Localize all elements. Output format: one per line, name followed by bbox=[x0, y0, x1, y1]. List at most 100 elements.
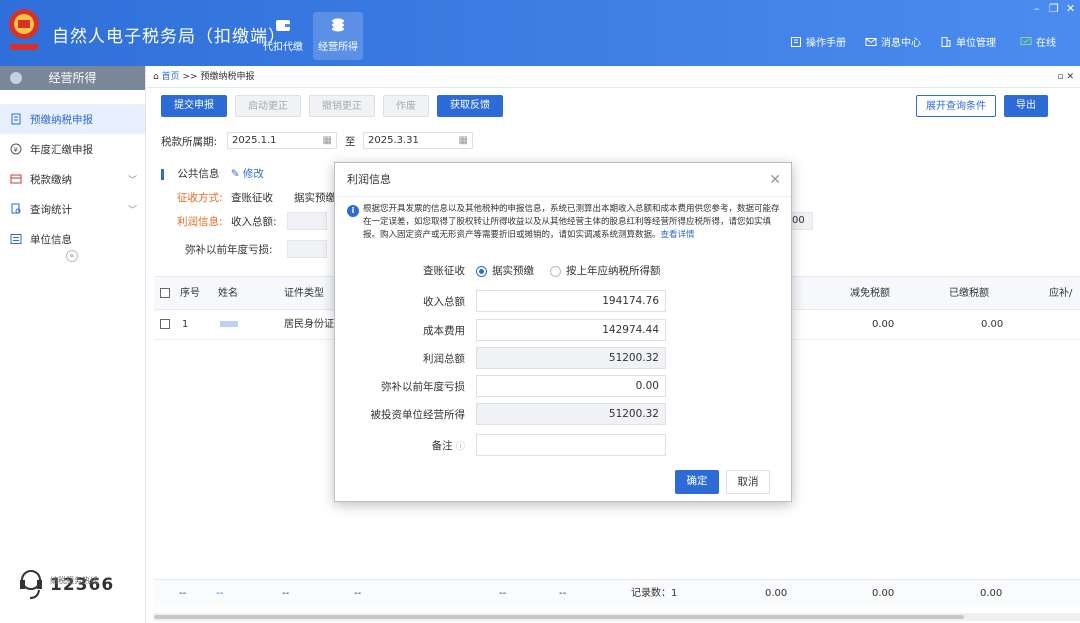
expand-query-button[interactable]: 展开查询条件 bbox=[916, 95, 996, 117]
breadcrumb-current: 预缴纳税申报 bbox=[200, 72, 255, 82]
hotline-label: 纳税服务热线 bbox=[50, 576, 98, 585]
select-all-checkbox[interactable] bbox=[160, 277, 170, 310]
edit-link-label: 修改 bbox=[242, 168, 264, 180]
manual-link-label: 操作手册 bbox=[806, 38, 846, 49]
dialog-title-bar: 利润信息 ✕ bbox=[335, 163, 791, 197]
public-info-title: 公共信息 bbox=[177, 168, 220, 180]
row-name[interactable] bbox=[220, 310, 238, 340]
sidebar-item-prepay-label: 预缴纳税申报 bbox=[30, 113, 93, 126]
book-icon bbox=[791, 36, 801, 47]
minimize-button[interactable]: – bbox=[1034, 2, 1040, 15]
unit-management-link[interactable]: 单位管理 bbox=[940, 34, 996, 49]
profit-value: 51200.32 bbox=[476, 347, 666, 369]
remark-input[interactable] bbox=[476, 434, 666, 456]
cost-input[interactable]: 142974.44 bbox=[476, 319, 666, 341]
footer-cell: -- bbox=[179, 588, 187, 599]
tab-withholding[interactable]: 代扣代缴 bbox=[258, 12, 308, 60]
profit-row: 利润总额 51200.32 bbox=[335, 347, 793, 369]
close-window-button[interactable]: ✕ bbox=[1066, 2, 1075, 15]
section-marker bbox=[161, 168, 164, 180]
restore-button[interactable]: ❐ bbox=[1049, 2, 1059, 15]
mail-icon bbox=[865, 37, 877, 46]
horizontal-scrollbar[interactable] bbox=[154, 613, 1080, 621]
sidebar-header: 经营所得 bbox=[0, 66, 145, 90]
info-icon: i bbox=[347, 205, 359, 217]
radio-unchecked-icon[interactable] bbox=[550, 265, 561, 277]
online-status[interactable]: 在线 bbox=[1020, 34, 1056, 49]
loss-label: 弥补以前年度亏损: bbox=[185, 244, 273, 256]
income-input[interactable]: 194174.76 bbox=[476, 290, 666, 312]
income-field[interactable] bbox=[287, 212, 327, 230]
sidebar-item-unit-info-label: 单位信息 bbox=[30, 233, 72, 246]
remark-label-text: 备注 bbox=[431, 440, 453, 452]
loss-row: 弥补以前年度亏损 0.00 bbox=[335, 375, 793, 397]
sidebar-item-annual[interactable]: ¥ 年度汇缴申报 bbox=[0, 134, 145, 164]
notice-text: 根据您开具发票的信息以及其他税种的申报信息，系统已测算出本期收入总额和成本费用供… bbox=[363, 204, 780, 240]
cost-row: 成本费用 142974.44 bbox=[335, 319, 793, 341]
breadcrumb-separator: >> bbox=[182, 72, 198, 82]
row-id-type: 居民身份证 bbox=[284, 319, 334, 330]
sidebar-header-label: 经营所得 bbox=[48, 71, 97, 85]
period-start-input[interactable]: 2025.1.1 ▦ bbox=[227, 132, 337, 149]
loss-input[interactable]: 0.00 bbox=[476, 375, 666, 397]
checkbox[interactable] bbox=[160, 319, 170, 329]
monitor-check-icon bbox=[1020, 36, 1032, 45]
sidebar-item-prepay[interactable]: 预缴纳税申报 bbox=[0, 104, 145, 134]
period-to-label: 至 bbox=[345, 136, 356, 148]
radio-checked-icon[interactable] bbox=[476, 265, 487, 277]
header-index: 序号 bbox=[180, 288, 200, 299]
loss-field[interactable] bbox=[287, 240, 327, 258]
profit-field-label: 利润总额 bbox=[423, 353, 465, 365]
calendar-icon: ▦ bbox=[458, 135, 468, 146]
invested-field-label: 被投资单位经营所得 bbox=[370, 409, 466, 421]
radio-actual-label: 据实预缴 bbox=[492, 265, 534, 277]
export-button[interactable]: 导出 bbox=[1004, 95, 1048, 117]
sidebar-item-payment[interactable]: 税款缴纳 ﹀ bbox=[0, 164, 145, 194]
list-icon bbox=[10, 234, 22, 244]
header-id-type: 证件类型 bbox=[284, 288, 324, 299]
row-checkbox[interactable] bbox=[160, 310, 170, 340]
building-icon bbox=[941, 36, 951, 47]
void-button[interactable]: 作废 bbox=[383, 95, 429, 117]
online-label: 在线 bbox=[1036, 38, 1056, 49]
tax-emblem-icon bbox=[9, 9, 39, 50]
radio-actual[interactable]: 据实预缴 bbox=[476, 263, 534, 278]
payment-icon bbox=[10, 174, 22, 184]
sidebar-item-query[interactable]: 查询统计 ﹀ bbox=[0, 194, 145, 224]
cancel-correct-button[interactable]: 撤销更正 bbox=[309, 95, 375, 117]
feedback-button[interactable]: 获取反馈 bbox=[437, 95, 503, 117]
method-field-label: 查账征收 bbox=[423, 265, 465, 277]
period-end-input[interactable]: 2025.3.31 ▦ bbox=[363, 132, 473, 149]
sidebar-item-query-label: 查询统计 bbox=[30, 203, 72, 216]
manual-link[interactable]: 操作手册 bbox=[790, 34, 846, 49]
hotline: 纳税服务热线 12366 bbox=[16, 568, 114, 602]
edit-link[interactable]: ✎ 修改 bbox=[231, 168, 264, 180]
help-icon[interactable]: ⓘ bbox=[456, 442, 465, 452]
radio-last-year[interactable]: 按上年应纳税所得额 bbox=[550, 263, 661, 278]
radio-last-year-label: 按上年应纳税所得额 bbox=[566, 265, 661, 277]
checkbox[interactable] bbox=[160, 288, 170, 298]
masked-name bbox=[220, 321, 238, 327]
submit-button[interactable]: 提交申报 bbox=[161, 95, 227, 117]
header-paid: 已缴税额 bbox=[949, 288, 989, 299]
start-correct-button[interactable]: 启动更正 bbox=[235, 95, 301, 117]
breadcrumb-home[interactable]: 首页 bbox=[162, 72, 180, 82]
chevron-down-icon: ﹀ bbox=[127, 176, 137, 186]
scrollbar-thumb[interactable] bbox=[154, 615, 964, 619]
loss-field-label: 弥补以前年度亏损 bbox=[381, 381, 465, 393]
messages-link[interactable]: 消息中心 bbox=[865, 34, 921, 49]
period-start-value: 2025.1.1 bbox=[232, 135, 277, 146]
collapse-sidebar-button[interactable]: « bbox=[66, 250, 78, 262]
cancel-button[interactable]: 取消 bbox=[726, 470, 770, 494]
notice-detail-link[interactable]: 查看详情 bbox=[661, 230, 695, 240]
tab-business-income[interactable]: 经营所得 bbox=[313, 12, 363, 60]
yen-circle-icon: ¥ bbox=[10, 143, 22, 155]
row-index: 1 bbox=[182, 319, 189, 330]
period-label: 税款所属期: bbox=[161, 136, 218, 148]
document-icon bbox=[11, 113, 21, 125]
wallet-icon bbox=[276, 20, 290, 31]
close-icon[interactable]: ✕ bbox=[769, 163, 781, 197]
confirm-button[interactable]: 确定 bbox=[675, 470, 719, 494]
close-tab-icon[interactable]: ▫ ✕ bbox=[1057, 66, 1074, 88]
footer-total: 0.00 bbox=[765, 588, 788, 599]
